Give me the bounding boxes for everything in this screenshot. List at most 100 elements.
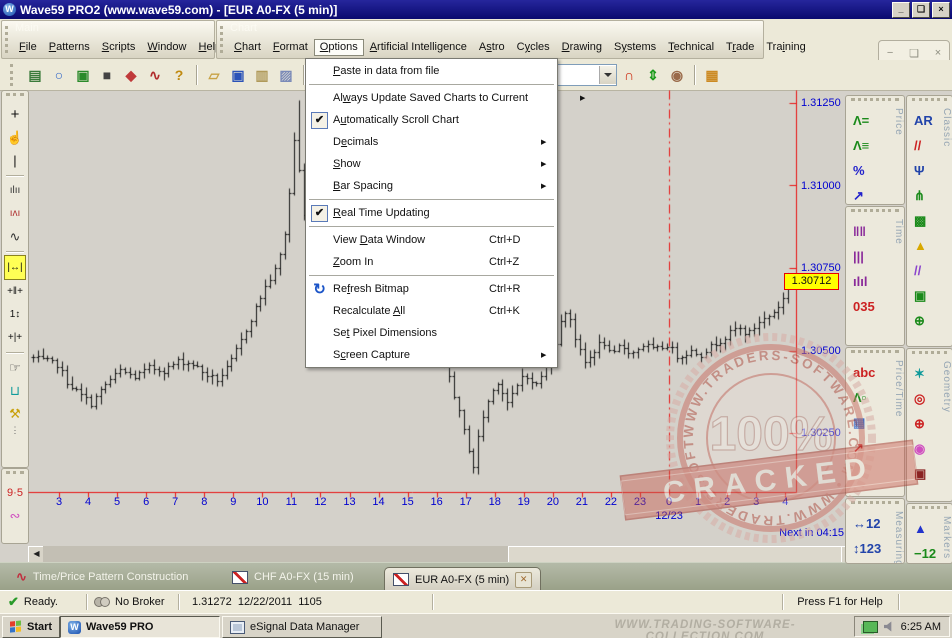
magnet-icon[interactable]: ∩ <box>617 64 641 86</box>
paste-chart-icon[interactable]: ▨ <box>274 64 298 86</box>
combobox-dropdown-icon[interactable] <box>599 66 616 84</box>
option-automatically-scroll-chart[interactable]: ✔Automatically Scroll Chart <box>306 109 557 131</box>
palette-drag-handle[interactable] <box>851 501 899 509</box>
menu-patterns[interactable]: Patterns <box>43 39 96 56</box>
image-capture-icon[interactable]: ▦ <box>700 64 724 86</box>
band-drag-handle[interactable] <box>5 26 12 53</box>
drawing-shapes-icon[interactable]: ◆ <box>119 64 143 86</box>
vertical-cursor-tool-icon[interactable]: | <box>4 149 26 172</box>
menu-file[interactable]: File <box>13 39 43 56</box>
zigzag-wave-icon[interactable]: ∿ <box>143 64 167 86</box>
tab-eur-a0-fx-5-min[interactable]: EUR A0-FX (5 min)✕ <box>384 567 541 591</box>
pyramid-icon[interactable]: ▲ <box>907 233 952 258</box>
palette-drag-handle[interactable] <box>912 351 947 359</box>
palette-drag-handle[interactable] <box>912 506 947 514</box>
vertical-scale-icon[interactable]: ⇕ <box>641 64 665 86</box>
gann-grid-icon[interactable]: ▩ <box>907 208 952 233</box>
pattern-bars-tool-icon[interactable]: ıʌı <box>4 202 26 225</box>
open-icon[interactable]: ▱ <box>202 64 226 86</box>
palette-scroll-icon[interactable]: ⋮ <box>2 425 28 437</box>
new-astro-chart-icon[interactable]: ○ <box>47 64 71 86</box>
option-screen-capture[interactable]: Screen Capture▶ <box>306 344 557 366</box>
menu-window[interactable]: Window <box>141 39 192 56</box>
option-zoom-in[interactable]: Zoom InCtrl+Z <box>306 251 557 273</box>
expand-bar-spacing-icon[interactable]: |↔| <box>4 255 26 280</box>
eye-icon[interactable]: ◉ <box>665 64 689 86</box>
spiral-icon[interactable]: ◉ <box>907 436 952 461</box>
mdi-close-button[interactable]: × <box>935 47 941 59</box>
option-bar-spacing[interactable]: Bar Spacing▶ <box>306 175 557 197</box>
time-bars-icon[interactable]: ılıl <box>846 269 904 294</box>
palette-drag-handle[interactable] <box>851 350 899 358</box>
taskbar-app-wave59[interactable]: W Wave59 PRO <box>60 616 220 638</box>
speaker-tray-icon[interactable] <box>884 621 895 632</box>
time-lines-icon[interactable]: ||| <box>846 244 904 269</box>
palette-drag-handle[interactable] <box>912 98 947 106</box>
menu-trade[interactable]: Trade <box>720 39 760 56</box>
price-extension-icon[interactable]: Λ≡ <box>846 133 904 158</box>
percent-change-icon[interactable]: % <box>846 158 904 183</box>
fan-lines-green-icon[interactable]: ⋔ <box>907 183 952 208</box>
close-button[interactable]: × <box>932 2 950 18</box>
menu-training[interactable]: Training <box>760 39 811 56</box>
taskbar-app-esignal[interactable]: eSignal Data Manager <box>222 616 382 638</box>
option-set-pixel-dimensions[interactable]: Set Pixel Dimensions <box>306 322 557 344</box>
menu-artificial-intelligence[interactable]: Artificial Intelligence <box>364 39 473 56</box>
option-decimals[interactable]: Decimals▶ <box>306 131 557 153</box>
option-recalculate-all[interactable]: Recalculate AllCtrl+K <box>306 300 557 322</box>
mdi-restore-button[interactable]: ❏ <box>909 47 919 60</box>
band-drag-handle[interactable] <box>220 26 227 53</box>
minimize-button[interactable]: _ <box>892 2 910 18</box>
trend-vector-icon[interactable]: ↗ <box>846 435 904 460</box>
new-chart-icon[interactable]: ▤ <box>23 64 47 86</box>
menu-technical[interactable]: Technical <box>662 39 720 56</box>
menu-scripts[interactable]: Scripts <box>96 39 142 56</box>
palette-drag-handle[interactable] <box>6 471 24 479</box>
export-help-icon[interactable]: ? <box>167 64 191 86</box>
compress-bar-spacing-icon[interactable]: +‖+ <box>4 280 26 303</box>
square-target-icon[interactable]: ▣ <box>907 461 952 486</box>
crosshair-tool-icon[interactable]: + <box>4 103 26 126</box>
new-pattern-icon[interactable]: ▣ <box>71 64 95 86</box>
menu-chart[interactable]: Chart <box>228 39 267 56</box>
option-real-time-updating[interactable]: ✔Real Time Updating <box>306 202 557 224</box>
option-refresh-bitmap[interactable]: ↻Refresh BitmapCtrl+R <box>306 278 557 300</box>
pointer-hand-icon[interactable]: ☞ <box>4 356 26 379</box>
menu-format[interactable]: Format <box>267 39 314 56</box>
chart-horizontal-scrollbar[interactable]: ◀ ▶ <box>28 546 858 562</box>
ellipse-icon[interactable]: ⊕ <box>907 411 952 436</box>
restore-button[interactable]: ❏ <box>912 2 930 18</box>
settings-wrench-icon[interactable]: ⚒ <box>4 402 26 425</box>
planetary-lines-icon[interactable]: ⊕ <box>907 308 952 333</box>
hand-tool-icon[interactable]: ☝ <box>4 126 26 149</box>
palette-drag-handle[interactable] <box>851 98 899 106</box>
mdi-minimize-button[interactable]: − <box>887 47 893 59</box>
time-counts-icon[interactable]: 035 <box>846 294 904 319</box>
nine-five-tool-icon[interactable]: 9·5 <box>4 481 26 504</box>
option-paste-in-data-from-file[interactable]: Paste in data from file <box>306 60 557 82</box>
option-view-data-window[interactable]: View Data WindowCtrl+D <box>306 229 557 251</box>
menu-systems[interactable]: Systems <box>608 39 662 56</box>
copy-chart-icon[interactable]: ▥ <box>250 64 274 86</box>
price-projection-icon[interactable]: ↗ <box>846 183 904 205</box>
start-button[interactable]: Start <box>2 616 60 638</box>
toolbar-drag-handle[interactable] <box>10 64 17 86</box>
bars-tool-icon[interactable]: ılıı <box>4 179 26 202</box>
square-of-nine-icon[interactable]: ▣ <box>907 283 952 308</box>
menu-drawing[interactable]: Drawing <box>556 39 608 56</box>
center-bar-icon[interactable]: +|+ <box>4 326 26 349</box>
speed-lines-icon[interactable]: // <box>907 258 952 283</box>
network-tray-icon[interactable] <box>863 621 878 633</box>
menu-options[interactable]: Options <box>314 39 364 56</box>
wave-tool-icon[interactable]: ∿ <box>4 225 26 248</box>
palette-drag-handle[interactable] <box>6 93 24 101</box>
menu-cycles[interactable]: Cycles <box>511 39 556 56</box>
tab-close-icon[interactable]: ✕ <box>515 572 532 588</box>
menu-astro[interactable]: Astro <box>473 39 511 56</box>
option-show[interactable]: Show▶ <box>306 153 557 175</box>
scrollbar-track[interactable] <box>43 546 843 562</box>
save-icon[interactable]: ▣ <box>226 64 250 86</box>
delete-tool-icon[interactable]: ⊔ <box>4 379 26 402</box>
palette-drag-handle[interactable] <box>851 209 899 217</box>
single-bar-step-icon[interactable]: 1↕ <box>4 303 26 326</box>
